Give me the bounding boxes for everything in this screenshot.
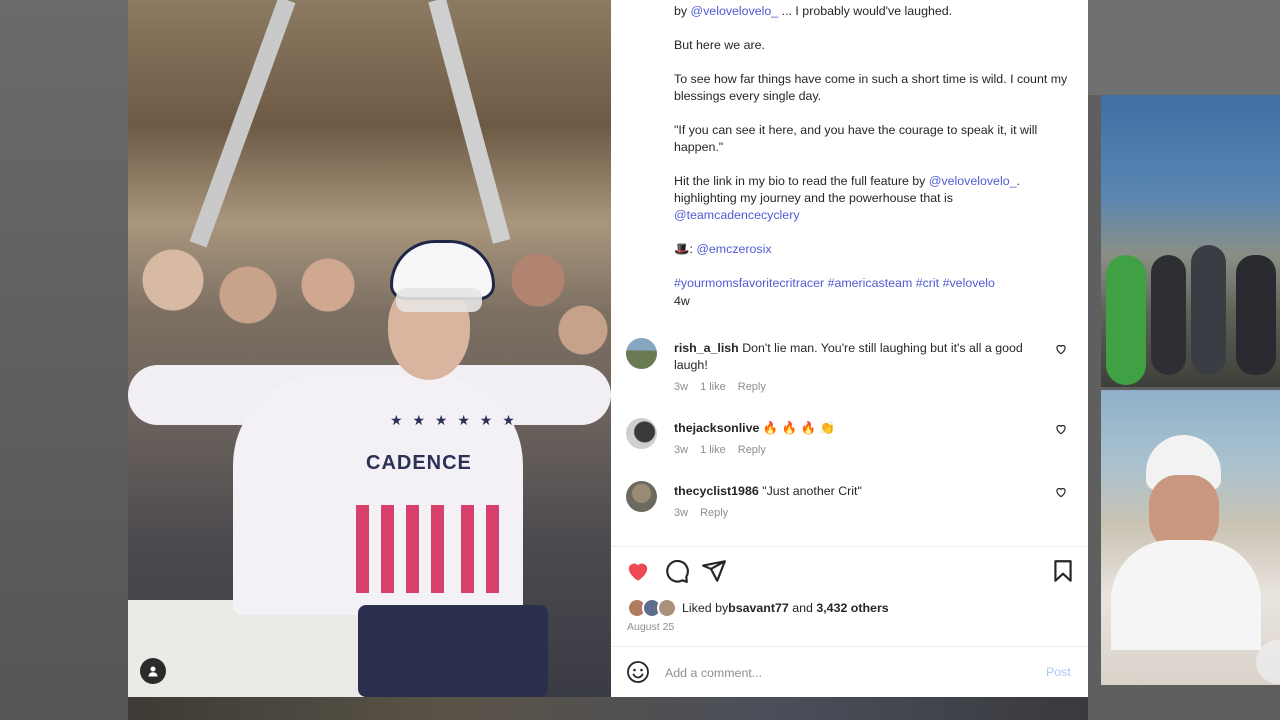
jersey-stars: ★ ★ ★ ★ ★ ★ (390, 412, 518, 428)
jersey-text: CADENCE (366, 452, 472, 474)
rider-glasses-shape (396, 288, 482, 312)
caption-text: by (674, 4, 691, 18)
comment-text: rish_a_lish Don't lie man. You're still … (674, 340, 1034, 374)
heart-outline-icon[interactable] (1054, 342, 1068, 356)
comment-age: 3w (674, 507, 689, 519)
emoji-icon[interactable] (626, 660, 650, 684)
comment-content: "Just another Crit" (762, 484, 862, 498)
post-detail-panel: by @velovelovelo_ ... I probably would'v… (611, 0, 1088, 697)
comment-username[interactable]: thejacksonlive (674, 421, 759, 435)
likes-summary: Liked by bsavant77 and 3,432 others (627, 598, 889, 618)
share-icon[interactable] (701, 558, 727, 584)
jersey-stripe (356, 505, 369, 593)
liker-username[interactable]: bsavant77 (728, 601, 789, 615)
caption-age: 4w (674, 294, 690, 308)
tagged-users-button[interactable] (140, 658, 166, 684)
jersey-stripe (461, 505, 474, 593)
grid-thumbnail-2[interactable] (1101, 390, 1280, 685)
caption-paragraph: "If you can see it here, and you have th… (674, 123, 1038, 154)
divider (611, 646, 1088, 647)
comment-likes[interactable]: 1 like (700, 444, 726, 456)
background-left (0, 0, 128, 720)
mention-link[interactable]: @velovelovelo_ (691, 4, 779, 18)
post-photo: ★ ★ ★ ★ ★ ★ CADENCE (128, 0, 611, 697)
comment-age: 3w (674, 444, 689, 456)
jersey-stripe (381, 505, 394, 593)
likes-prefix: Liked by (682, 601, 729, 615)
hashtag-link[interactable]: #velovelo (943, 276, 995, 290)
hashtag-link[interactable]: #yourmomsfavoritecritracer (674, 276, 824, 290)
mention-link[interactable]: @velovelovelo_ (929, 174, 1017, 188)
mention-link[interactable]: @teamcadencecyclery (674, 208, 800, 222)
hashtag-link[interactable]: #crit (916, 276, 939, 290)
caption-text: ... I probably would've laughed. (778, 4, 953, 18)
user-icon (148, 666, 158, 677)
avatar[interactable] (626, 418, 657, 449)
liker-avatar (657, 598, 677, 618)
likes-middle: and (788, 601, 817, 615)
post-caption: by @velovelovelo_ ... I probably would'v… (674, 3, 1079, 310)
bookmark-icon[interactable] (1050, 558, 1076, 584)
post-date: August 25 (627, 621, 675, 633)
jersey-stripe (431, 505, 444, 593)
hashtag-link[interactable]: #americasteam (828, 276, 913, 290)
reply-button[interactable]: Reply (700, 507, 728, 519)
rider-shorts-shape (358, 605, 548, 697)
top-hat-icon: 🎩 (674, 242, 690, 256)
background-bottom-strip (128, 697, 1088, 720)
background-right (1088, 0, 1280, 95)
jersey-stripe (486, 505, 499, 593)
comment-meta: 3w 1 like Reply (674, 381, 778, 393)
grid-thumbnail-1[interactable] (1101, 95, 1280, 387)
comment-text: thejacksonlive 🔥 🔥 🔥 👏 (674, 420, 1034, 437)
post-button[interactable]: Post (1046, 665, 1071, 679)
comment-likes[interactable]: 1 like (700, 381, 726, 393)
comment-input[interactable] (665, 663, 1025, 683)
jersey-stripe (406, 505, 419, 593)
heart-icon[interactable] (625, 558, 651, 584)
caption-hashtags: #yourmomsfavoritecritracer #americasteam… (674, 275, 1079, 292)
likes-count[interactable]: 3,432 others (816, 601, 888, 615)
caption-paragraph: Hit the link in my bio to read the full … (674, 173, 1079, 224)
rider-jersey-shape (233, 375, 523, 615)
avatar[interactable] (626, 338, 657, 369)
heart-outline-icon[interactable] (1054, 422, 1068, 436)
caption-credit: 🎩: @emczerosix (674, 241, 1079, 258)
comment-age: 3w (674, 381, 689, 393)
reply-button[interactable]: Reply (738, 444, 766, 456)
caption-paragraph: To see how far things have come in such … (674, 72, 1068, 103)
comment-username[interactable]: rish_a_lish (674, 341, 739, 355)
comment-meta: 3w Reply (674, 507, 740, 519)
caption-line: by @velovelovelo_ ... I probably would'v… (674, 3, 1079, 20)
avatar[interactable] (626, 481, 657, 512)
comment-icon[interactable] (664, 558, 690, 584)
comment-meta: 3w 1 like Reply (674, 444, 778, 456)
comment-text: thecyclist1986 "Just another Crit" (674, 483, 1034, 500)
comment-username[interactable]: thecyclist1986 (674, 484, 759, 498)
caption-paragraph: But here we are. (674, 38, 765, 52)
divider (611, 546, 1088, 547)
comment-content: 🔥 🔥 🔥 👏 (762, 421, 835, 435)
caption-text: Hit the link in my bio to read the full … (674, 174, 929, 188)
reply-button[interactable]: Reply (738, 381, 766, 393)
heart-outline-icon[interactable] (1054, 485, 1068, 499)
mention-link[interactable]: @emczerosix (696, 242, 771, 256)
